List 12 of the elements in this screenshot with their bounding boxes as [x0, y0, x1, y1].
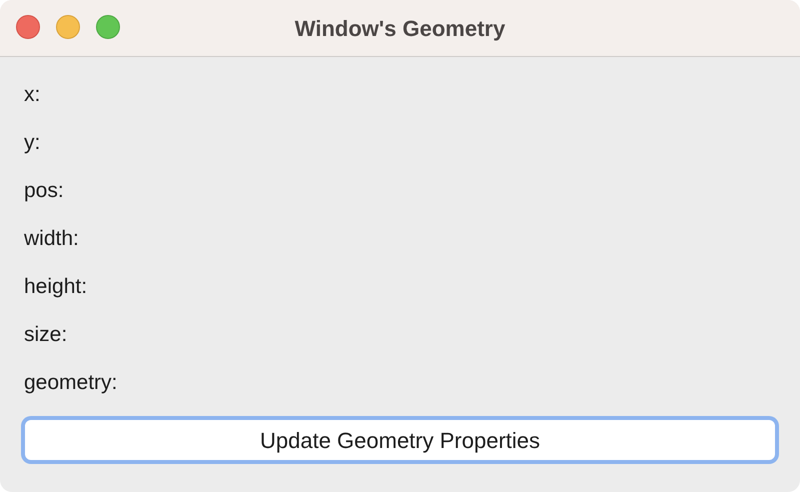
property-label: width: — [24, 226, 80, 252]
zoom-button[interactable] — [96, 15, 120, 39]
minimize-button[interactable] — [56, 15, 80, 39]
property-label: geometry: — [24, 370, 118, 396]
property-label: pos: — [24, 178, 65, 204]
property-label: x: — [24, 82, 42, 108]
close-button[interactable] — [16, 15, 40, 39]
property-label: size: — [24, 322, 68, 348]
window-title: Window's Geometry — [294, 14, 506, 43]
property-label: y: — [24, 130, 42, 156]
property-label: height: — [24, 274, 88, 300]
update-button[interactable]: Update Geometry Properties — [24, 419, 776, 461]
